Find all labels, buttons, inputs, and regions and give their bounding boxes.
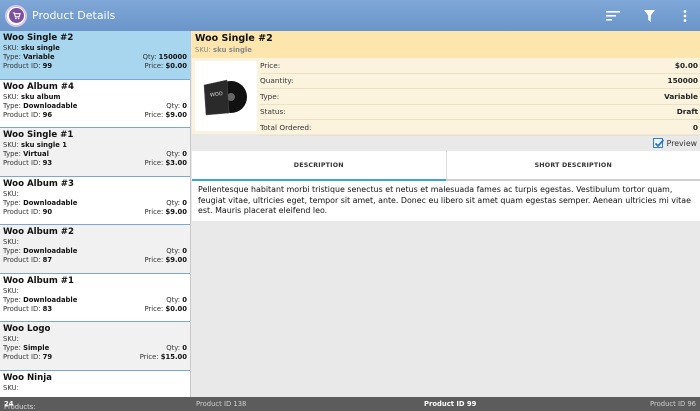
list-item-name: Woo Ninja <box>3 372 52 383</box>
list-item-name: Woo Single #2 <box>3 33 74 43</box>
sort-icon[interactable] <box>606 9 620 23</box>
list-item[interactable]: Woo Album #3 SKU: Type: Downloadable Qty: … <box>0 176 190 225</box>
list-item[interactable]: Woo Album #2 SKU: Type: Downloadable Qty: … <box>0 225 190 274</box>
preview-checkbox[interactable] <box>652 138 664 148</box>
list-item-name: Woo Album #3 <box>3 178 74 189</box>
list-item[interactable]: Woo Ninja SKU: <box>0 370 190 397</box>
list-item-name: Woo Logo <box>3 324 51 334</box>
list-item[interactable]: Woo Single #1 SKU: sku single 1 Type: Virt… <box>0 128 190 177</box>
list-item-sku-row: SKU: sku single <box>3 44 60 52</box>
detail-property-row: Type: Variable <box>260 89 700 105</box>
product-list[interactable]: Woo Single #2 SKU: sku single Type: Variab… <box>0 31 191 397</box>
preview-toggle[interactable]: Preview <box>652 135 697 151</box>
overflow-menu-icon[interactable] <box>678 9 692 23</box>
property-value: Draft <box>676 107 698 117</box>
detail-tabs: DESCRIPTION SHORT DESCRIPTION <box>192 151 700 181</box>
detail-properties: Price: $0.00 Quantity: 150000 Type: Variable S… <box>260 58 700 136</box>
list-item-id-row: Product ID: 99 Price: $0.00 <box>3 62 187 71</box>
product-image[interactable]: WOO <box>195 61 257 131</box>
detail-body: WOO Price: $0.00 Quantity: 150000 Type: Varia… <box>192 58 700 136</box>
list-item[interactable]: Woo Single #2 SKU: sku single Type: Variab… <box>0 31 190 80</box>
app-logo-icon[interactable] <box>5 4 27 27</box>
list-item-sku-row: SKU: <box>3 286 19 295</box>
list-item-name: Woo Album #2 <box>3 227 74 237</box>
description-text: Pellentesque habitant morbi tristique se… <box>192 181 700 221</box>
products-count: Products: 24 <box>4 400 36 411</box>
list-item[interactable]: Woo Logo SKU: Type: Simple Qty: 0 Product I… <box>0 322 190 371</box>
list-item-type-row: Type: Variable Qty: 150000 <box>3 53 187 62</box>
list-item-id-row: Product ID: 93 Price: $3.00 <box>3 159 187 168</box>
list-item-id-row: Product ID: 96 Price: $9.00 <box>3 110 187 119</box>
list-item-sku-row: SKU: sku single 1 <box>3 141 67 149</box>
previous-product-link[interactable]: Product ID 138 <box>196 400 246 408</box>
detail-property-row: Quantity: 150000 <box>260 74 700 89</box>
list-item-type-row: Type: Virtual Qty: 0 <box>3 150 187 159</box>
detail-property-row: Price: $0.00 <box>260 58 700 74</box>
status-bar: Products: 24 Product ID 138 Product ID 9… <box>0 397 700 411</box>
list-item-type-row: Type: Simple Qty: 0 <box>3 344 187 353</box>
list-item[interactable]: Woo Album #1 SKU: Type: Downloadable Qty: … <box>0 273 190 322</box>
property-key: Total Ordered: <box>260 122 312 132</box>
list-item-type-row: Type: Downloadable Qty: 0 <box>3 101 187 110</box>
list-item-id-row: Product ID: 90 Price: $9.00 <box>3 207 187 216</box>
list-item-name: Woo Single #1 <box>3 130 74 140</box>
filter-icon[interactable] <box>642 9 656 23</box>
detail-property-row: Total Ordered: 0 <box>260 120 700 136</box>
property-value: Variable <box>664 91 698 101</box>
product-detail-panel: Woo Single #2 SKU: sku single WOO Price:… <box>192 31 700 397</box>
property-key: Quantity: <box>260 76 294 86</box>
list-item-id-row: Product ID: 79 Price: $15.00 <box>3 353 187 362</box>
list-item-id-row: Product ID: 87 Price: $9.00 <box>3 256 187 265</box>
current-product-label: Product ID 99 <box>424 400 477 408</box>
detail-product-name: Woo Single #2 <box>195 33 273 44</box>
list-item-sku-row: SKU: sku album <box>3 92 61 101</box>
property-value: 150000 <box>667 76 698 86</box>
list-item-sku-row: SKU: <box>3 383 19 392</box>
list-item-type-row: Type: Downloadable Qty: 0 <box>3 247 187 256</box>
list-item-type-row: Type: Downloadable Qty: 0 <box>3 295 187 304</box>
list-item-type-row: Type: Downloadable Qty: 0 <box>3 198 187 207</box>
action-bar: Product Details <box>0 0 700 31</box>
property-value: $0.00 <box>674 60 698 70</box>
list-item-sku-row: SKU: <box>3 238 19 246</box>
list-item-sku-row: SKU: <box>3 189 19 198</box>
list-item-name: Woo Album #1 <box>3 275 74 286</box>
list-item-name: Woo Album #4 <box>3 81 74 92</box>
list-item-sku-row: SKU: <box>3 335 19 343</box>
detail-header: Woo Single #2 SKU: sku single <box>192 31 700 58</box>
property-key: Price: <box>260 60 281 70</box>
property-value: 0 <box>692 122 698 132</box>
preview-label: Preview <box>666 138 697 148</box>
tab-short-description[interactable]: SHORT DESCRIPTION <box>445 151 700 179</box>
property-key: Status: <box>260 107 286 117</box>
detail-sku: SKU: sku single <box>195 46 252 54</box>
app-title: Product Details <box>32 9 116 22</box>
list-item[interactable]: Woo Album #4 SKU: sku album Type: Download… <box>0 79 190 128</box>
list-item-id-row: Product ID: 83 Price: $0.00 <box>3 304 187 313</box>
detail-property-row: Status: Draft <box>260 105 700 120</box>
property-key: Type: <box>260 91 280 101</box>
next-product-link[interactable]: Product ID 96 <box>650 400 696 408</box>
tab-description[interactable]: DESCRIPTION <box>192 151 446 181</box>
